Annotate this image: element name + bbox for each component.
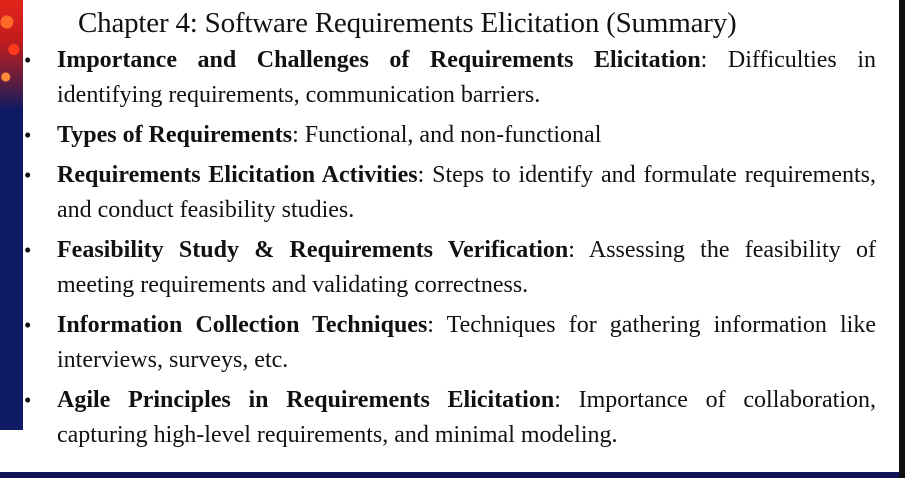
left-strip-art (0, 0, 23, 110)
bullet-text: : Functional, and non-functional (292, 122, 602, 148)
bullet-dot: • (24, 313, 32, 337)
bullet-dot: • (24, 238, 32, 262)
bullet-term: Agile Principles in Requirements Elicita… (57, 387, 555, 413)
bullet-term: Feasibility Study & Requirements Verific… (57, 237, 569, 263)
bullet-item-types-of-requirements: • Types of Requirements: Functional, and … (24, 118, 876, 153)
bullet-term: Information Collection Techniques (57, 312, 428, 338)
bullet-list: • Importance and Challenges of Requiremen… (24, 43, 876, 458)
bullet-dot: • (24, 163, 32, 187)
slide-title: Chapter 4: Software Requirements Elicita… (78, 7, 737, 39)
bullet-term: Requirements Elicitation Activities (57, 162, 418, 188)
slide: Chapter 4: Software Requirements Elicita… (0, 0, 899, 478)
bullet-dot: • (24, 123, 32, 147)
bullet-term: Types of Requirements (57, 122, 293, 148)
bottom-border (0, 472, 899, 478)
bullet-item-agile-principles: • Agile Principles in Requirements Elicit… (24, 383, 876, 453)
bullet-item-elicitation-activities: • Requirements Elicitation Activities: St… (24, 158, 876, 228)
bullet-item-information-collection: • Information Collection Techniques: Tech… (24, 308, 876, 378)
bullet-dot: • (24, 388, 32, 412)
bullet-term: Importance and Challenges of Requirement… (57, 47, 701, 73)
bullet-item-feasibility-verification: • Feasibility Study & Requirements Verifi… (24, 233, 876, 303)
bullet-item-elicitation-challenges: • Importance and Challenges of Requiremen… (24, 43, 876, 113)
bullet-dot: • (24, 48, 32, 72)
right-edge-bar (899, 0, 905, 478)
